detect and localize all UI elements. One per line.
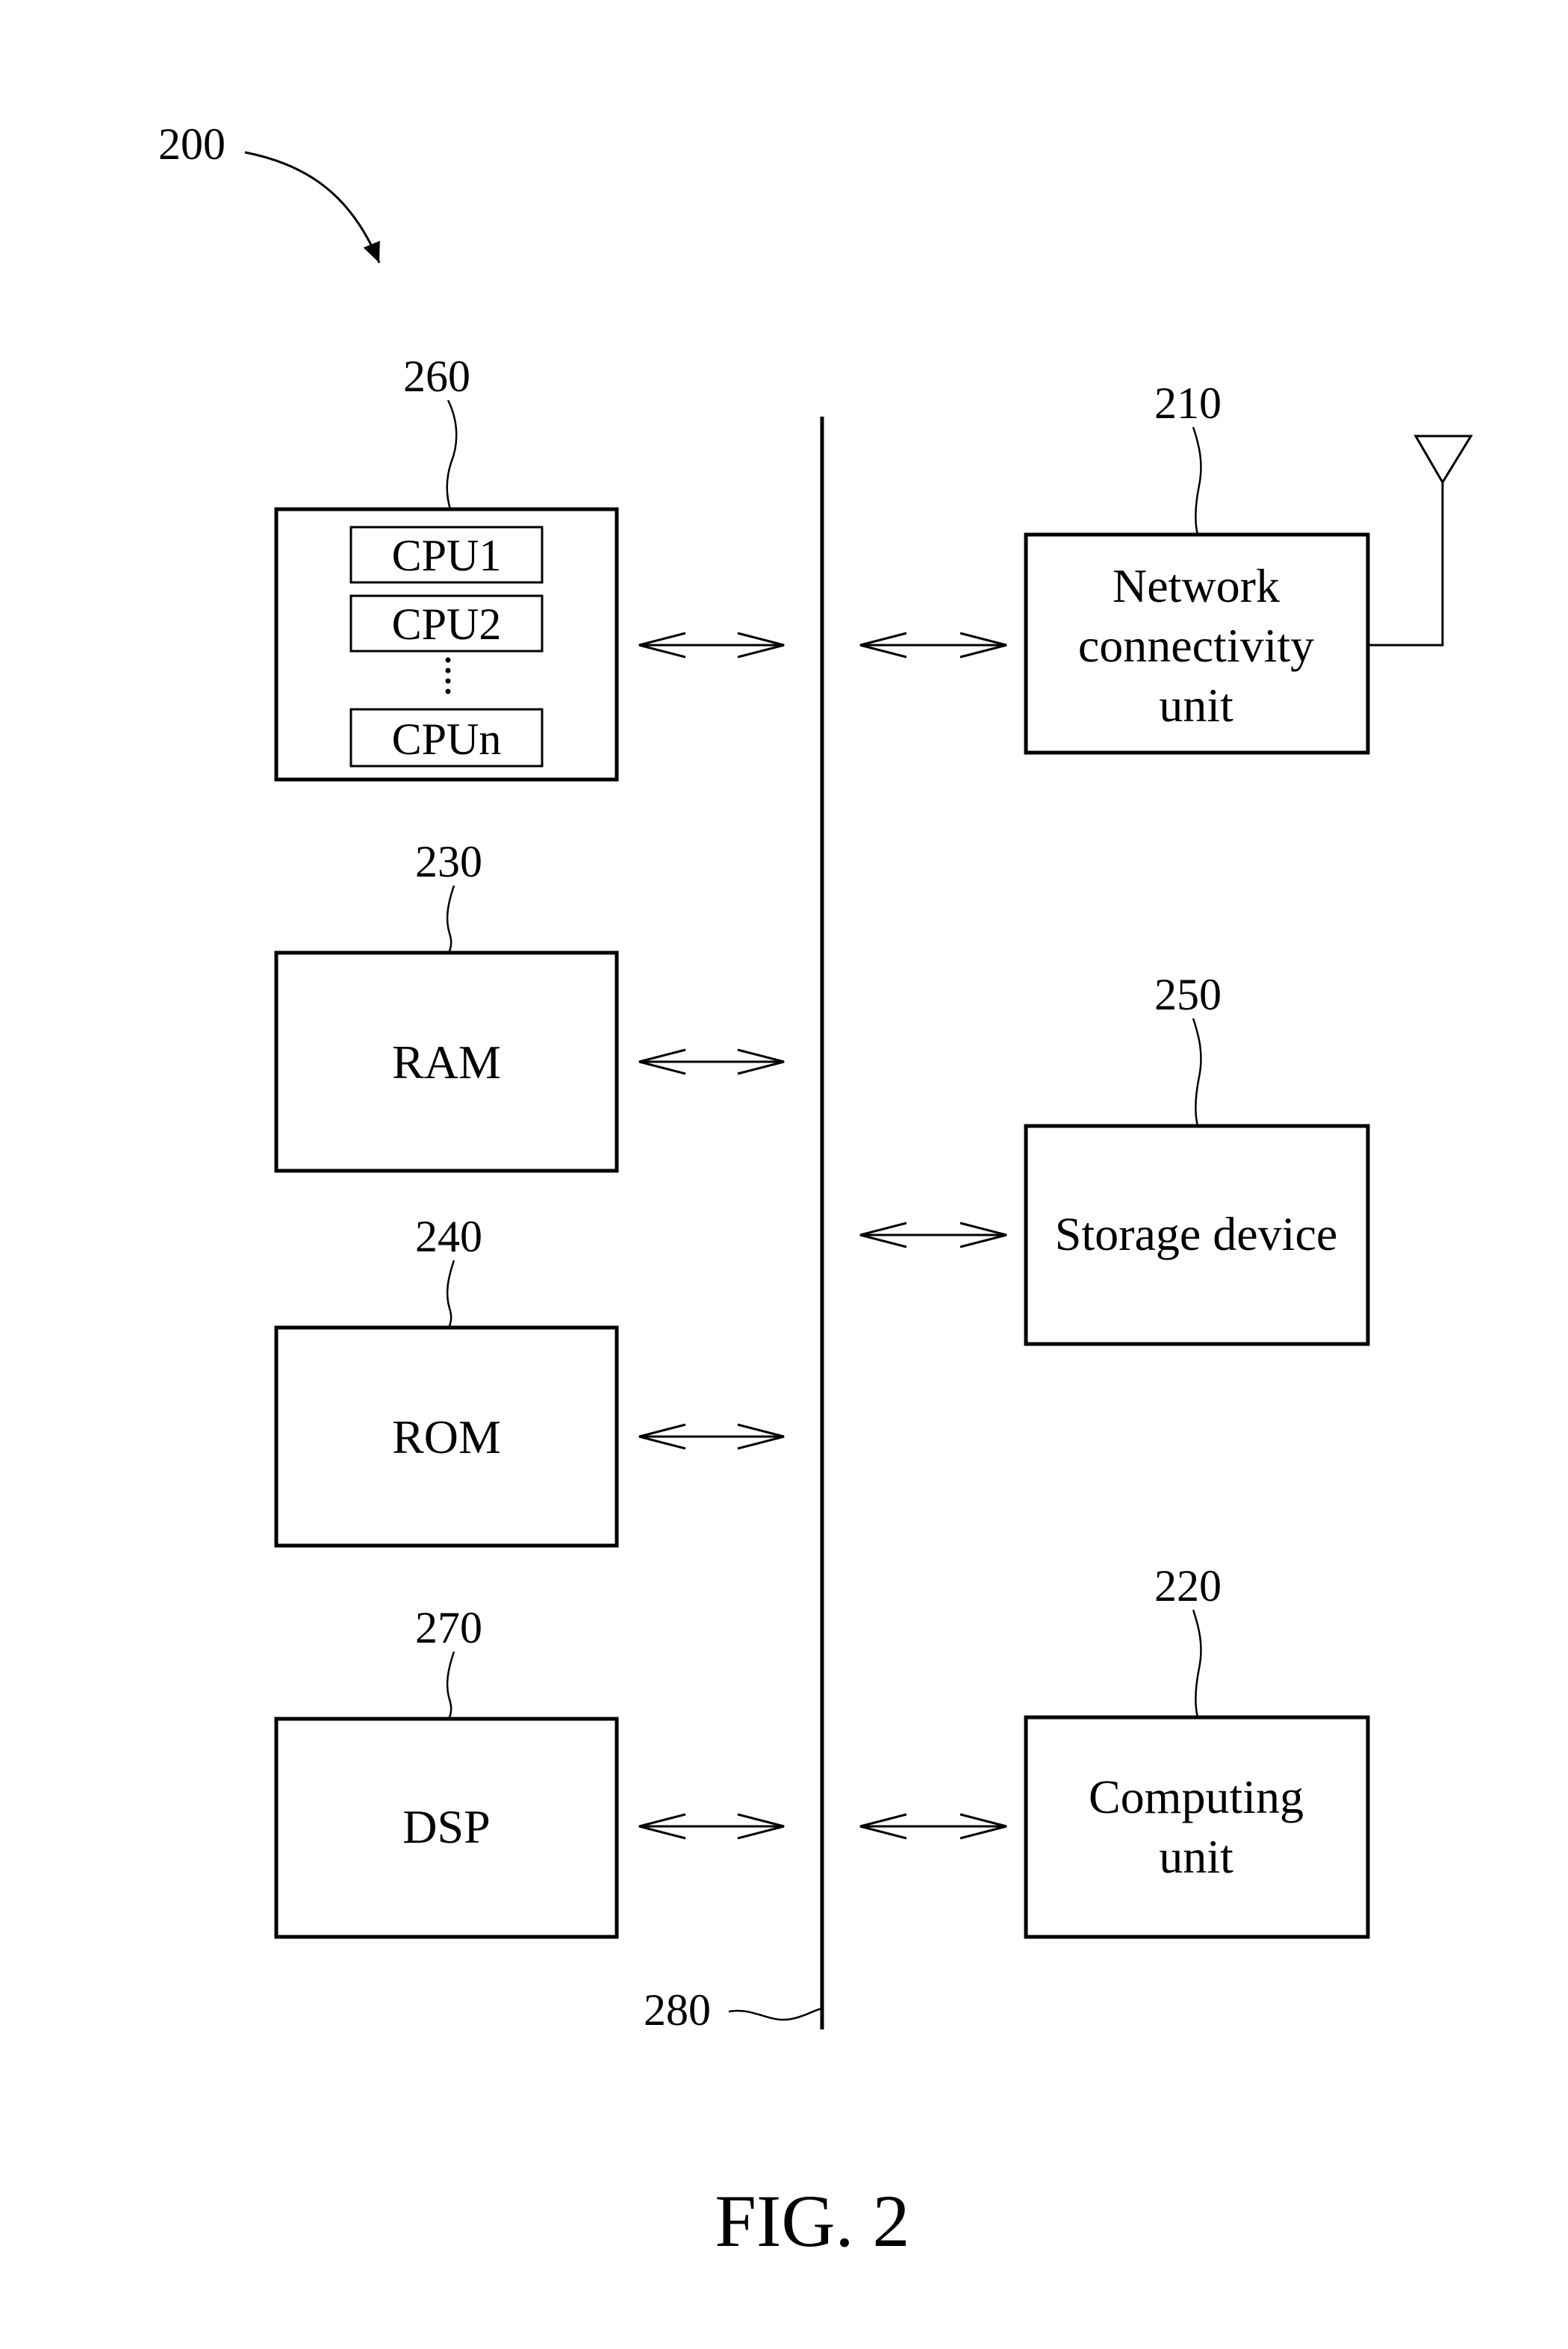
ref-label-250: 250 [1154, 970, 1222, 1019]
ref-label-200: 200 [158, 119, 225, 169]
ref-label-210: 210 [1154, 379, 1222, 428]
rom-label: ROM [392, 1410, 501, 1463]
system-pointer-arrow [244, 151, 381, 264]
network-label-line2: connectivity [1078, 619, 1314, 672]
bidirectional-arrow-icon [859, 1813, 1007, 1840]
network-block: 210 Network connectivity unit [1024, 379, 1473, 755]
storage-label: Storage device [1055, 1207, 1338, 1260]
leader-line [1192, 1018, 1202, 1127]
leader-line [446, 885, 455, 953]
bidirectional-arrow-icon [638, 1048, 785, 1075]
bidirectional-arrow-icon [859, 632, 1007, 659]
ref-label-240: 240 [415, 1212, 482, 1261]
ref-label-260: 260 [403, 352, 470, 401]
leader-line [1192, 1609, 1202, 1718]
bidirectional-arrow-icon [859, 1222, 1007, 1248]
bidirectional-arrow-icon [638, 1423, 785, 1450]
ram-label: RAM [392, 1036, 501, 1089]
bidirectional-arrow-icon [638, 632, 785, 659]
computing-label-line2: unit [1159, 1830, 1233, 1883]
leader-line [446, 399, 458, 510]
network-label-line1: Network [1113, 559, 1280, 612]
ref-label-280: 280 [644, 1985, 711, 2035]
computing-block: 220 Computing unit [1024, 1561, 1370, 1939]
bidirectional-arrow-icon [638, 1813, 785, 1840]
processor-block: 260 CPU1 CPU2 CPUn [274, 352, 619, 782]
figure-caption: FIG. 2 [715, 2180, 909, 2262]
left-arrows [638, 632, 785, 1840]
block-diagram: 200 280 260 CPU1 CPU2 CPUn 230 RAM 240 R [158, 119, 1473, 2262]
leader-line [1192, 426, 1202, 535]
ref-label-270: 270 [415, 1603, 482, 1652]
computing-box [1024, 1715, 1370, 1939]
dsp-block: 270 DSP [274, 1603, 619, 1939]
storage-block: 250 Storage device [1024, 970, 1370, 1346]
leader-line [446, 1260, 455, 1328]
right-arrows [859, 632, 1007, 1840]
dsp-label: DSP [402, 1800, 490, 1853]
ref-label-230: 230 [415, 837, 482, 886]
leader-line [446, 1651, 455, 1720]
cpun-label: CPUn [392, 715, 502, 764]
ram-block: 230 RAM [274, 837, 619, 1173]
network-label-line3: unit [1159, 679, 1233, 732]
bus-leader-line [728, 2007, 823, 2021]
ref-label-220: 220 [1154, 1561, 1222, 1611]
rom-block: 240 ROM [274, 1212, 619, 1548]
cpu1-label: CPU1 [392, 531, 502, 580]
antenna-icon [1368, 435, 1473, 647]
computing-label-line1: Computing [1089, 1770, 1304, 1823]
cpu2-label: CPU2 [392, 600, 502, 649]
